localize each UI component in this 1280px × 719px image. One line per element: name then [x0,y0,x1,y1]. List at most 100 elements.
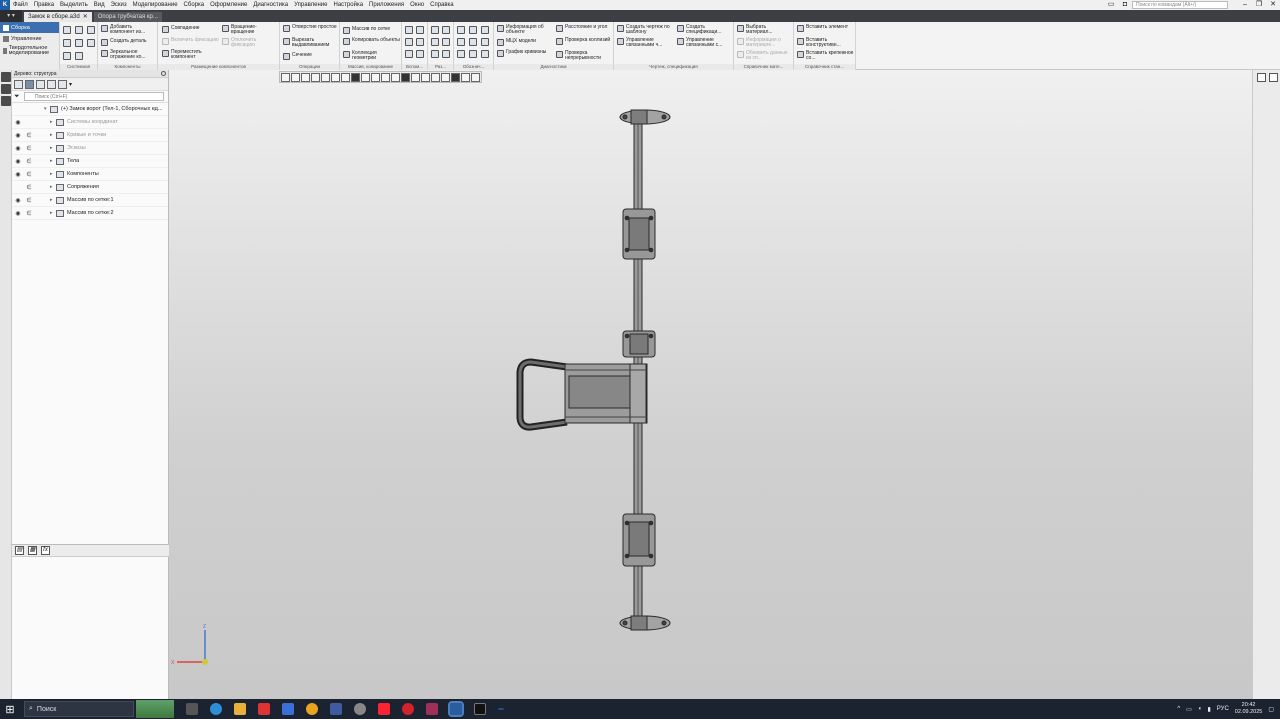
text-icon[interactable] [481,50,489,58]
check-collisions-button[interactable]: Проверка коллизий [556,38,612,45]
manage-linked-spec-button[interactable]: Управление связанными с... [677,38,733,48]
chevron-up-icon[interactable]: ^ [1177,706,1180,712]
insert-fastener-button[interactable]: Вставить крепежное со... [797,51,855,61]
line-icon[interactable] [405,50,413,58]
volume-icon[interactable]: ◖ [1198,706,1202,712]
taskbar-search[interactable]: ⌕ Поиск [24,701,134,717]
tree-row[interactable]: ◉ ∈ ▸ Эскизы [12,142,168,155]
leader-icon[interactable] [457,26,465,34]
distance-angle-button[interactable]: Расстояние и угол [556,25,612,32]
command-search-input[interactable]: Поиск по командам (Alt+/) [1132,1,1228,9]
menu-management[interactable]: Управление [291,0,330,10]
add-component-button[interactable]: Добавить компонент из... [101,25,157,35]
properties-icon[interactable] [87,39,95,47]
weather-thumbnail[interactable] [136,700,174,718]
tree-row[interactable]: ◉ ▸ Системы координат [12,116,168,129]
build-order-icon[interactable] [25,79,34,89]
yandex-icon[interactable] [378,703,390,715]
edge-icon[interactable] [210,703,222,715]
update-material-button[interactable]: Обновить данные из сп... [737,51,793,61]
visibility-eye-icon[interactable]: ◉ [12,158,24,165]
gate-lock-assembly[interactable] [516,109,671,631]
mode-tab-management[interactable]: Управление [0,33,59,44]
tab-doc-1[interactable]: Замок в сборе.a3d ✕ [24,12,92,22]
tree-row[interactable]: ◉ ∈ ▸ Тела [12,155,168,168]
menu-settings[interactable]: Настройка [331,0,367,10]
tab-doc-2[interactable]: Опора трубчатая кр... [93,12,162,22]
tab-close-icon[interactable]: ✕ [83,12,88,22]
component-filter-icon[interactable] [36,79,45,89]
mirror-button[interactable]: Зеркальное отражение ко... [101,50,157,60]
tree-search-input[interactable] [24,92,164,101]
list-icon[interactable] [1,84,11,94]
rotation-button[interactable]: Вращение-вращение [222,25,278,35]
tree-root[interactable]: ▾ (+) Замок ворот (Тел-1, Сборочных ед..… [12,103,168,116]
mark-icon[interactable] [469,38,477,46]
mass-props-button[interactable]: МЦХ модели [497,39,555,46]
side-panel-icon[interactable] [1257,73,1266,82]
restore-icon[interactable]: ❐ [1252,0,1266,10]
coincidence-button[interactable]: Совпадение [162,26,220,33]
clock[interactable]: 20:42 02.09.2025 [1235,702,1263,716]
tree-row[interactable]: ◉ ∈ ▸ Массив по сетке:1 [12,194,168,207]
fix-icon[interactable]: ∈ [24,158,34,165]
create-part-button[interactable]: Создать деталь [101,39,157,46]
notifications-icon[interactable]: ▢ [1268,706,1274,713]
menu-assembly[interactable]: Сборка [181,0,208,10]
fix-icon[interactable]: ∈ [24,197,34,204]
explorer-icon[interactable] [234,703,246,715]
choose-material-button[interactable]: Выбрать материал... [737,25,793,35]
tolerance-icon[interactable] [457,38,465,46]
pin-icon[interactable] [161,71,166,76]
menu-sketch[interactable]: Эскиз [108,0,130,10]
panel-icon[interactable]: ▭ [1104,0,1118,10]
tree-row[interactable]: ◉ ∈ ▸ Массив по сетке:2 [12,207,168,220]
app-icon-gray[interactable] [354,703,366,715]
close-icon[interactable]: ✕ [1266,0,1280,10]
enable-fix-button[interactable]: Включить фиксацию [162,38,220,45]
menu-select[interactable]: Выделить [57,0,91,10]
redo-icon[interactable] [75,52,83,60]
print-icon[interactable] [63,39,71,47]
minimize-icon[interactable]: – [1238,0,1252,10]
store-icon[interactable] [282,703,294,715]
object-info-button[interactable]: Информация об объекте [497,25,555,35]
kompas-icon[interactable] [448,701,464,717]
move-component-button[interactable]: Переместить компонент [162,50,220,60]
tab-menu-icon[interactable]: ▾ ▾ [0,10,22,22]
menu-file[interactable]: Файл [10,0,31,10]
axis-icon[interactable] [416,26,424,34]
section-button[interactable]: Сечение [283,53,339,60]
mode-tab-assembly[interactable]: Сборка [0,22,59,33]
table-icon[interactable] [457,50,465,58]
app-icon-red[interactable] [258,703,270,715]
hatch-icon[interactable] [469,50,477,58]
angle-icon[interactable] [442,38,450,46]
diameter-icon[interactable] [442,26,450,34]
visibility-eye-icon[interactable]: ◉ [12,145,24,152]
battery-icon[interactable]: ▮ [1207,706,1210,713]
visibility-eye-icon[interactable]: ◉ [12,197,24,204]
undo-icon[interactable] [63,52,71,60]
hole-button[interactable]: Отверстие простое [283,25,339,32]
check-continuity-button[interactable]: Проверка непрерывности [556,51,612,61]
save-icon[interactable] [87,26,95,34]
menu-apps[interactable]: Приложения [366,0,407,10]
disable-fix-button[interactable]: Отключить фиксацию [222,38,278,48]
open-icon[interactable] [75,26,83,34]
3d-viewport[interactable]: Z X [169,70,1252,699]
insert-design-button[interactable]: Вставить конструктивн... [797,38,855,48]
app-icon-a[interactable] [426,703,438,715]
menu-diagnostics[interactable]: Диагностика [250,0,291,10]
camera-icon[interactable]: ◘ [1118,0,1132,10]
copy-objects-button[interactable]: Копировать объекты [343,38,401,45]
menu-modeling[interactable]: Моделирование [130,0,181,10]
language-indicator[interactable]: РУС [1217,706,1229,712]
plane-icon[interactable] [405,26,413,34]
mode-tab-solid-modeling[interactable]: Твердотельное моделирование [0,44,59,58]
filter-icon[interactable]: ⏷ [14,93,21,100]
fix-icon[interactable]: ∈ [24,132,34,139]
menu-edit[interactable]: Правка [31,0,57,10]
fix-icon[interactable]: ∈ [24,171,34,178]
layers-icon[interactable] [1,96,11,106]
